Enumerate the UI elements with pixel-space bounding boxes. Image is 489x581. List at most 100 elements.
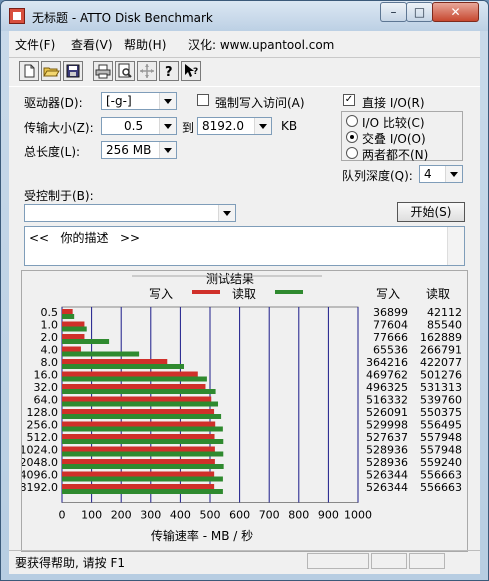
row-label: 512.0 [27,431,59,444]
neither-label: 两者都不(N) [362,148,429,162]
read-value: 531313 [420,381,462,394]
menu-help[interactable]: 帮助(H) [124,36,166,53]
menu-view[interactable]: 查看(V) [71,36,113,53]
row-label: 32.0 [34,381,59,394]
drive-select[interactable]: [-g-] [101,92,177,110]
chevron-down-icon[interactable] [218,205,235,221]
description-textarea[interactable]: << 你的描述 >> [24,226,465,266]
read-bar [62,401,219,407]
save-icon[interactable] [63,61,83,81]
legend-read-swatch [275,290,303,294]
context-help-icon[interactable]: ? [181,61,201,81]
write-value: 527637 [366,431,408,444]
legend-write-swatch [192,290,220,294]
write-value: 526344 [366,469,408,482]
total-length-value: 256 MB [106,143,152,157]
app-window: 无标题 - ATTO Disk Benchmark – □ ✕ 文件(F) 查看… [0,0,489,581]
status-cell-1 [307,553,369,569]
row-label: 1024.0 [22,444,58,457]
write-bar [62,409,215,414]
read-bar [62,376,207,382]
write-bar [62,334,85,339]
read-bar [62,464,224,469]
controlled-by-select[interactable] [24,204,236,222]
chevron-down-icon[interactable] [159,118,176,134]
row-label: 64.0 [34,394,59,407]
chevron-down-icon[interactable] [159,142,176,158]
menu-file[interactable]: 文件(F) [15,36,55,53]
window-title: 无标题 - ATTO Disk Benchmark [32,11,213,25]
write-bar [62,321,85,327]
new-icon[interactable] [19,61,39,81]
maximize-button[interactable]: □ [406,2,433,22]
transfer-to-select[interactable]: 8192.0 [197,117,272,135]
neither-radio[interactable] [346,147,358,159]
results-chart: 测试结果 写入 读取 写入 读取 0.5 36899 42112 1.0 77604 85… [20,270,468,552]
read-value: 539760 [420,394,462,407]
transfer-from-select[interactable]: 0.5 [101,117,177,135]
chevron-down-icon[interactable] [445,166,462,182]
svg-text:?: ? [193,67,198,77]
x-tick-label: 400 [170,509,191,522]
menu-hanhua[interactable]: 汉化: www.upantool.com [188,36,334,53]
minimize-button[interactable]: – [380,2,407,22]
read-bar [62,451,224,457]
write-value: 528936 [366,456,408,469]
close-button[interactable]: ✕ [432,2,479,22]
x-tick-label: 1000 [344,509,372,522]
status-cell-2 [371,553,407,569]
io-compare-radio[interactable] [346,115,358,127]
app-icon [9,8,25,24]
force-write-label: 强制写入访问(A) [215,96,305,110]
title-bar[interactable]: 无标题 - ATTO Disk Benchmark – □ ✕ [1,1,488,31]
status-cell-3 [409,553,445,569]
io-compare-label: I/O 比较(C) [362,116,425,130]
x-tick-label: 500 [200,509,221,522]
queue-depth-value: 4 [424,167,432,181]
print-preview-icon[interactable] [115,61,135,81]
chevron-down-icon[interactable] [254,118,271,134]
move-icon[interactable] [137,61,157,81]
legend-read-label: 读取 [232,287,256,301]
x-tick-label: 300 [140,509,161,522]
print-icon[interactable] [93,61,113,81]
direct-io-checkbox[interactable]: ✓ [343,94,355,106]
legend-write-label: 写入 [149,287,173,301]
overlapped-io-radio[interactable] [346,131,358,143]
read-value: 557948 [420,431,462,444]
write-value: 36899 [373,306,408,319]
queue-depth-select[interactable]: 4 [419,165,463,183]
force-write-checkbox[interactable] [197,94,209,106]
kb-label: KB [281,119,298,133]
write-bar [62,309,73,314]
description-text: << 你的描述 >> [29,231,141,245]
status-bar: 要获得帮助, 请按 F1 [9,550,480,573]
write-bar [62,421,216,427]
read-bar [62,339,110,344]
total-length-select[interactable]: 256 MB [101,141,177,159]
row-label: 8192.0 [22,481,58,494]
write-bar [62,434,215,439]
write-bar [62,346,81,352]
open-icon[interactable] [41,61,61,81]
read-value: 556663 [420,469,462,482]
row-label: 4.0 [41,344,59,357]
write-value: 65536 [373,344,408,357]
help-icon[interactable]: ? [159,61,179,81]
write-bar [62,459,215,464]
client-area: 文件(F) 查看(V) 帮助(H) 汉化: www.upantool.com ?… [9,31,480,574]
write-value: 77666 [373,331,408,344]
read-value: 559240 [420,456,462,469]
description-scrollbar[interactable] [447,227,464,265]
read-value: 162889 [420,331,462,344]
svg-text:?: ? [165,65,173,80]
chevron-down-icon[interactable] [159,93,176,109]
row-label: 0.5 [41,306,59,319]
read-value: 501276 [420,369,462,382]
read-bar [62,364,185,369]
read-value: 556663 [420,481,462,494]
toolbar: ? ? [9,57,480,87]
start-button[interactable]: 开始(S) [397,202,465,222]
read-bar [62,326,87,332]
write-bar [62,484,215,489]
